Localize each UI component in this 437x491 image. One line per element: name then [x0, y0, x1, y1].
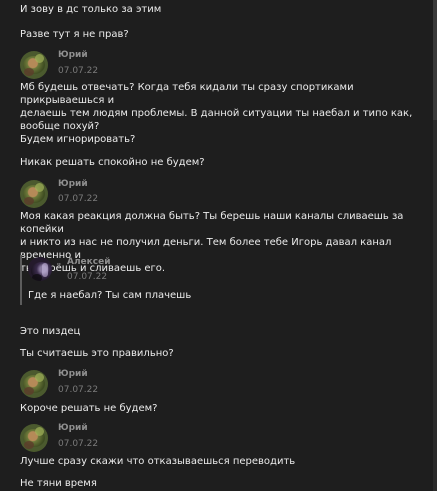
message-timestamp: 07.07.22 [58, 66, 99, 76]
message-text: Где я наебал? Ты сам плачешь [28, 290, 192, 301]
message-body: Мб будешь отвечать? Когда тебя кидали ты… [20, 81, 420, 133]
author-name[interactable]: Алексей [67, 257, 111, 268]
message-text: Лучше сразу скажи что отказываешься пере… [20, 456, 296, 467]
user-avatar[interactable] [20, 424, 48, 452]
message-timestamp: 07.07.22 [58, 385, 99, 395]
chat-window: И зову в дс только за этим Разве тут я н… [0, 0, 433, 491]
user-avatar[interactable] [20, 180, 48, 208]
scrollbar[interactable] [433, 0, 437, 491]
scrollbar-thumb[interactable] [433, 0, 437, 120]
author-name[interactable]: Юрий [58, 50, 88, 61]
message-text: Не тяни время [20, 478, 97, 489]
message-line: Моя какая реакция должна быть? Ты берешь… [20, 211, 404, 235]
message-text: Это пиздец [20, 326, 81, 337]
message-line: вообще похуй? [20, 121, 100, 132]
message-timestamp: 07.07.22 [58, 194, 99, 204]
message-text: Разве тут я не прав? [20, 29, 129, 40]
message-text: Будем игнорировать? [20, 134, 136, 145]
message-text: Ты считаешь это правильно? [20, 348, 174, 359]
message-line: делаешь тем людям проблемы. В данной сит… [20, 108, 413, 119]
message-text: Короче решать не будем? [20, 403, 158, 414]
user-avatar[interactable] [28, 257, 52, 281]
author-name[interactable]: Юрий [58, 423, 88, 434]
message-line: Мб будешь отвечать? Когда тебя кидали ты… [20, 82, 354, 106]
author-name[interactable]: Юрий [58, 369, 88, 380]
message-timestamp: 07.07.22 [67, 272, 108, 282]
message-timestamp: 07.07.22 [58, 439, 99, 449]
message-text: Никак решать спокойно не будем? [20, 157, 205, 168]
user-avatar[interactable] [20, 51, 48, 79]
message-text: И зову в дс только за этим [20, 4, 162, 15]
author-name[interactable]: Юрий [58, 179, 88, 190]
user-avatar[interactable] [20, 370, 48, 398]
quoted-message[interactable]: Алексей 07.07.22 Где я наебал? Ты сам пл… [20, 255, 426, 305]
